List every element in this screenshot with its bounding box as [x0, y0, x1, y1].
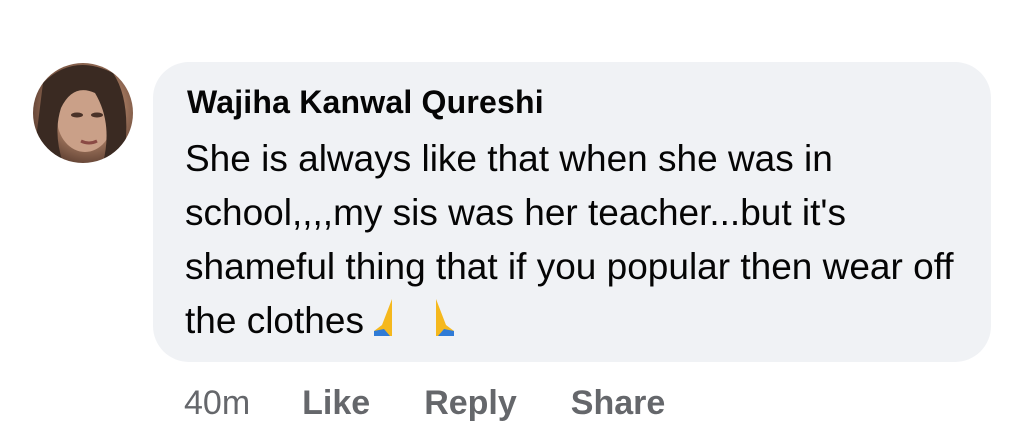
comment-bubble: Wajiha Kanwal Qureshi She is always like…	[153, 62, 991, 362]
like-button[interactable]: Like	[302, 384, 370, 423]
comment-actions: 40m Like Reply Share	[184, 378, 719, 428]
comment-author[interactable]: Wajiha Kanwal Qureshi	[187, 84, 544, 121]
comment-body: She is always like that when she was in …	[185, 132, 975, 354]
timestamp[interactable]: 40m	[184, 384, 250, 423]
avatar-photo	[33, 65, 127, 163]
reply-button[interactable]: Reply	[424, 384, 517, 423]
avatar[interactable]	[33, 63, 133, 163]
folded-hands-icon	[370, 295, 458, 354]
share-button[interactable]: Share	[571, 384, 666, 423]
comment: Wajiha Kanwal Qureshi She is always like…	[0, 0, 1024, 440]
comment-text: She is always like that when she was in …	[185, 138, 954, 341]
